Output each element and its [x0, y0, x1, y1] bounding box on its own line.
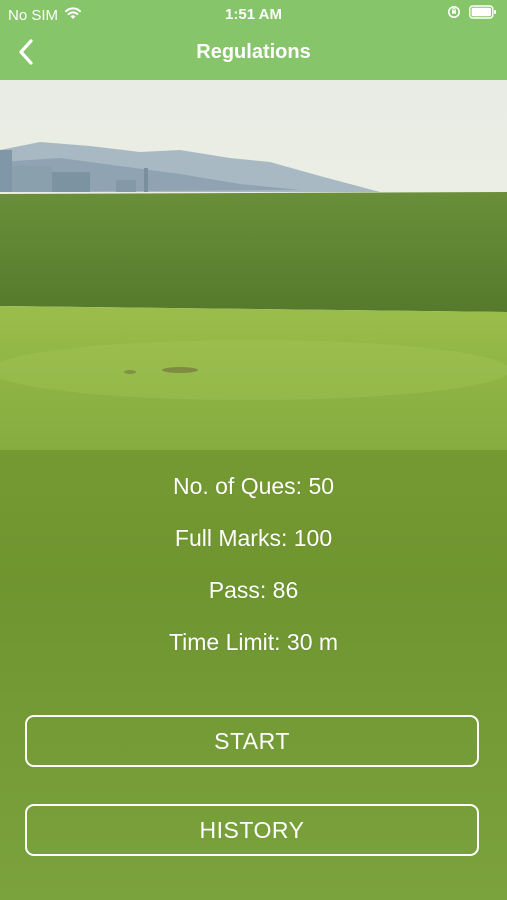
battery-icon — [469, 5, 497, 23]
status-right — [447, 5, 497, 23]
start-button-label: START — [214, 727, 290, 754]
pass-mark: Pass: 86 — [208, 577, 299, 603]
history-button-label: HISTORY — [199, 816, 305, 843]
start-button[interactable]: START — [25, 715, 479, 767]
header-bar: No SIM 1:51 AM Regulations — [0, 0, 507, 80]
status-time: 1:51 AM — [225, 6, 282, 23]
question-count: No. of Ques: 50 — [172, 473, 335, 499]
status-bar: No SIM 1:51 AM — [0, 0, 507, 28]
hero-landscape-image — [0, 80, 507, 450]
page-title: Regulations — [196, 41, 311, 63]
regulation-info: No. of Ques: 50 Full Marks: 100 Pass: 86… — [0, 468, 507, 676]
full-marks: Full Marks: 100 — [174, 525, 333, 551]
history-button[interactable]: HISTORY — [25, 804, 479, 856]
orientation-lock-icon — [447, 5, 461, 23]
regulations-screen: No SIM 1:51 AM Regulations No. of Ques: … — [0, 0, 507, 900]
navigation-bar: Regulations — [0, 28, 507, 80]
time-limit: Time Limit: 30 m — [168, 629, 339, 655]
